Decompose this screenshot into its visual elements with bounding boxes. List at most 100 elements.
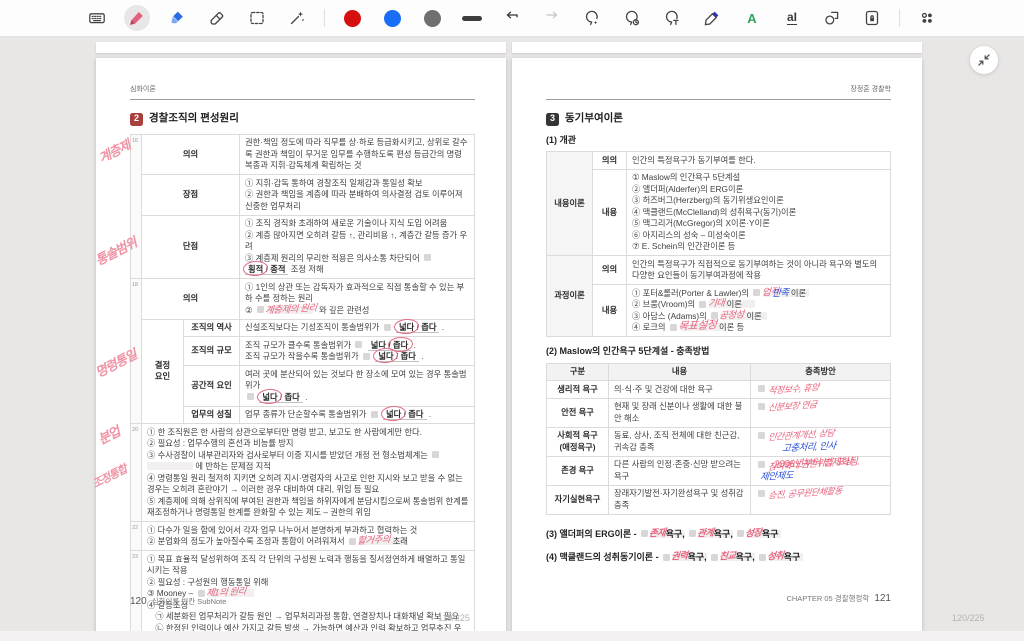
- row-label: 장점: [141, 174, 240, 216]
- exam-ref: 20: [130, 423, 142, 522]
- blank-marker-icon: [711, 553, 719, 561]
- cell-text: 인간관계개선, 상담 고충처리, 인사: [750, 426, 891, 457]
- page-indicator-left: 119/225: [438, 613, 470, 623]
- blank-marker-icon: [256, 306, 264, 313]
- red-color-icon: [343, 9, 361, 27]
- color-red-button[interactable]: [339, 5, 365, 31]
- handwritten-annotation: 공정성: [718, 308, 745, 322]
- sub-label: 업무의 성질: [183, 405, 240, 424]
- document-page-left[interactable]: 심화이론 2 경찰조직의 편성원리 16 의의 권한·책임 정도에 따라 직무를…: [91, 58, 506, 641]
- grid-menu-button[interactable]: [914, 5, 940, 31]
- handwritten-annotation: 존재: [648, 527, 667, 539]
- section-number-badge: 3: [546, 112, 559, 126]
- blank-marker-icon: [758, 402, 765, 410]
- row-label: 단점: [141, 214, 240, 279]
- table-row: 내용 ① Maslow의 인간욕구 5단계설 ② 앨더퍼(Alderfer)의 …: [547, 168, 891, 256]
- running-head-right: 장정훈 경찰학: [546, 58, 891, 100]
- row-label: 의의: [592, 151, 627, 170]
- redo-icon: [546, 11, 558, 19]
- color-gray-button[interactable]: [419, 5, 445, 31]
- table-row: 장점 ① 지휘·감독 통하여 경찰조직 일체감과 통일성 확보 ② 권한과 책임…: [131, 174, 475, 216]
- stylus-button[interactable]: [699, 5, 725, 31]
- cell-text: 다른 사람의 인정·존중·신망 받으려는 욕구: [608, 455, 751, 486]
- handwritten-annotation: 목표설정: [677, 318, 718, 334]
- margin-note-handwriting: 계층제: [96, 137, 133, 166]
- redo-button[interactable]: [539, 5, 565, 31]
- cell-text: ① 1인의 상관 또는 감독자가 효과적으로 직접 통솔할 수 있는 부하 수를…: [239, 278, 475, 320]
- lasso-history-button[interactable]: [619, 5, 645, 31]
- cell-text: ① 포터&롤러(Porter & Lawler)의 업적만족 이론 ② 브룸(V…: [626, 284, 891, 337]
- blank-marker-icon: [758, 431, 765, 439]
- collapse-toolbar-button[interactable]: [970, 46, 998, 74]
- ink-circle-annotation: 좁다: [392, 339, 409, 350]
- grid-menu-icon: [921, 12, 932, 23]
- auto-shape-a-button[interactable]: A: [739, 5, 765, 31]
- exam-ref: 16: [130, 133, 142, 279]
- column-header: 내용: [608, 362, 751, 381]
- section-title: 경찰조직의 편성원리: [149, 112, 239, 125]
- blank-marker-icon: [370, 410, 378, 418]
- category-cell: 생리적 욕구: [546, 380, 609, 399]
- stylus-icon: [704, 11, 719, 26]
- blank-marker-icon: [669, 323, 677, 331]
- left-page-content: 심화이론 2 경찰조직의 편성원리 16 의의 권한·책임 정도에 따라 직무를…: [130, 58, 475, 641]
- table-header-row: 구분 내용 충족방안: [546, 362, 891, 381]
- highlighter-button[interactable]: [164, 5, 190, 31]
- blank-marker-icon: [758, 460, 765, 468]
- handwritten-annotation: 할거주의: [356, 534, 391, 547]
- eraser-icon: [210, 12, 224, 25]
- margin-note-handwriting: 조정통합: [90, 463, 129, 491]
- row-label: 의의: [592, 255, 627, 285]
- stroke-thickness-icon: [462, 15, 482, 21]
- lasso-select-icon: [250, 11, 264, 25]
- cell-text: 신분보장 연금: [750, 397, 891, 428]
- blue-color-icon: [383, 9, 401, 27]
- pen-tool-button[interactable]: [124, 5, 150, 31]
- table-row: 자기실현욕구 장래자기발전·자기완성욕구 및 성취감 충족 승진, 공무원단체활…: [546, 484, 891, 515]
- column-header: 충족방안: [750, 362, 891, 381]
- shapes-button[interactable]: [819, 5, 845, 31]
- handwritten-annotation: 기대: [707, 297, 725, 310]
- stroke-thickness-button[interactable]: [459, 5, 485, 31]
- row-label: 의의: [141, 278, 240, 320]
- handwritten-annotation-blue: 제안제도: [759, 469, 794, 483]
- blank-marker-icon: [355, 341, 363, 348]
- cell-text: 적정보수, 휴양: [750, 380, 891, 399]
- lasso-text-button[interactable]: [659, 5, 685, 31]
- lasso-sparkle-button[interactable]: [579, 5, 605, 31]
- text-recognition-button[interactable]: aI: [779, 5, 805, 31]
- cell-text: 인간의 특정욕구가 직접적으로 동기부여하는 것이 아니라 욕구와 별도의 다양…: [626, 255, 891, 285]
- blank-marker-icon: [383, 323, 391, 331]
- table-row: 결정 요인 조직의 역사 신설조직보다는 기성조직이 통솔범위가 넓다 / 좁다…: [131, 318, 475, 424]
- lock-icon: [865, 10, 879, 26]
- color-blue-button[interactable]: [379, 5, 405, 31]
- margin-note-handwriting: 분업: [95, 423, 123, 448]
- toolbar-separator: [899, 9, 900, 27]
- undo-button[interactable]: [499, 5, 525, 31]
- highlighter-icon: [171, 11, 183, 24]
- table-row: 20 ① 한 조직원은 한 사람의 상관으로부터만 명령 받고, 보고도 한 사…: [130, 423, 475, 522]
- category-cell: 자기실현욕구: [546, 484, 609, 515]
- table-row: 22 ① 다수가 일을 함에 있어서 각자 업무 나누어서 분명하게 부과하고 …: [130, 521, 475, 551]
- blank-marker-icon: [663, 553, 671, 561]
- handwritten-annotation: 관계: [696, 527, 715, 539]
- category-cell: 사회적 욕구 (애정욕구): [546, 426, 609, 457]
- lasso-select-button[interactable]: [244, 5, 270, 31]
- blank-marker-icon: [753, 289, 761, 296]
- eraser-button[interactable]: [204, 5, 230, 31]
- lock-annotation-button[interactable]: [859, 5, 885, 31]
- toolbar: A aI: [0, 0, 1024, 37]
- keyboard-button[interactable]: [84, 5, 110, 31]
- cell-text: ① Maslow의 인간욕구 5단계설 ② 앨더퍼(Alderfer)의 ERG…: [626, 168, 891, 256]
- blank-marker-icon: [432, 451, 440, 458]
- table-row: 내용이론 의의 인간의 특정욕구가 동기부여를 한다.: [546, 151, 891, 256]
- running-head-left: 심화이론: [130, 58, 475, 100]
- table-row: 단점 ① 조직 경직화 초래하여 새로운 기술이나 지식 도입 어려움 ② 계층…: [131, 214, 475, 279]
- document-page-right[interactable]: 장정훈 경찰학 3 동기부여이론 (1) 개관 내용이론 의의 인간의 특정욕구…: [512, 58, 922, 641]
- blank-marker-icon: [641, 530, 649, 537]
- handwritten-annotation-blue: 만족: [771, 287, 790, 299]
- blank-field: [147, 462, 193, 470]
- row-label: 내용: [592, 168, 627, 256]
- cell-text: 현재 및 장래 신분이나 생활에 대한 불안 해소: [608, 397, 751, 428]
- magic-wand-button[interactable]: [284, 5, 310, 31]
